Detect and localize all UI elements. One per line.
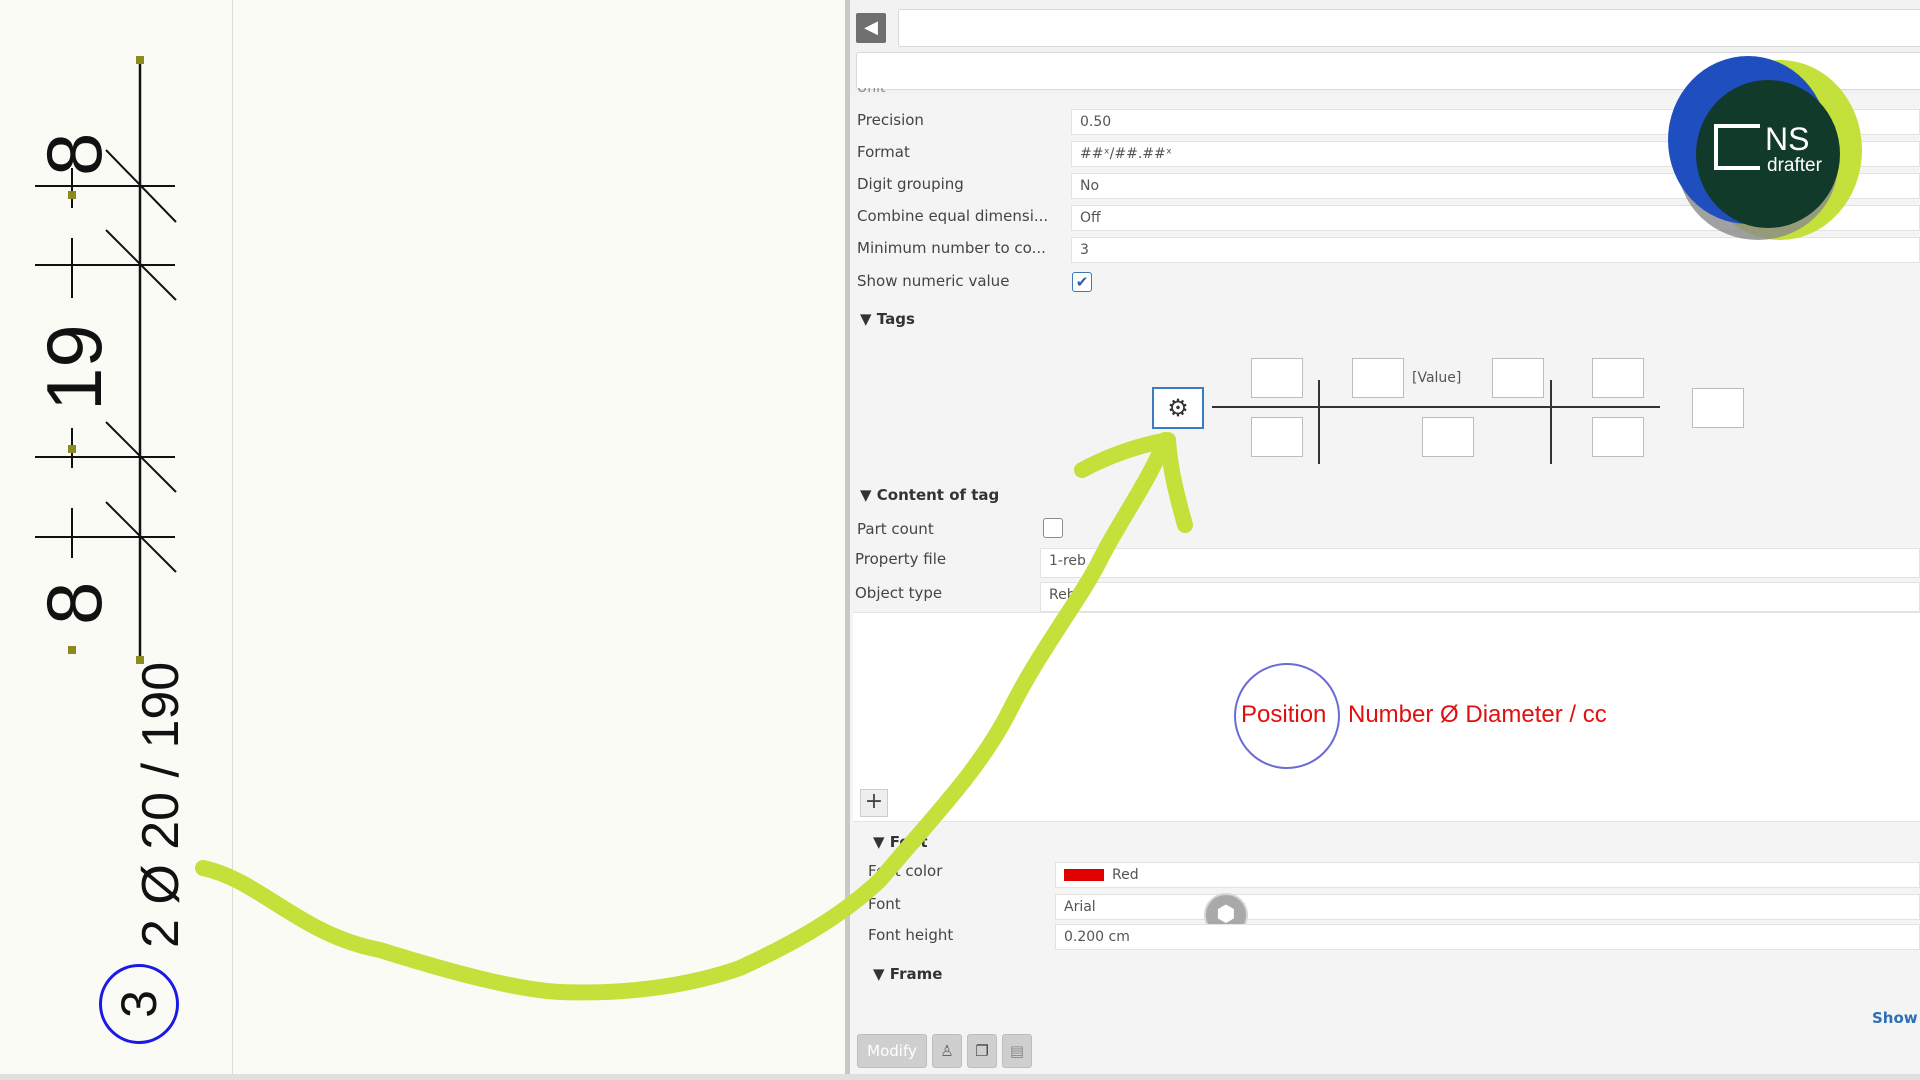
logo-text-drafter: drafter xyxy=(1767,155,1822,176)
rebar-label: 2 Ø 20 / 190 xyxy=(132,661,190,948)
position-circle[interactable]: 3 xyxy=(99,964,179,1044)
tags-section-title: Tags xyxy=(876,310,915,328)
font-color-field[interactable]: Red xyxy=(1055,862,1920,888)
gear-icon: ⚙ xyxy=(1167,394,1189,422)
modify-button[interactable]: Modify xyxy=(857,1034,927,1068)
plus-icon: + xyxy=(864,789,884,814)
triangle-left-icon: ◀ xyxy=(864,17,878,38)
object-type-field[interactable]: Reb xyxy=(1040,582,1920,612)
logo-mark xyxy=(1714,124,1760,170)
paste-button[interactable]: ▤ xyxy=(1002,1034,1032,1068)
content-of-tag-title: Content of tag xyxy=(876,486,1000,504)
precision-label: Precision xyxy=(857,111,924,129)
canvas-area[interactable] xyxy=(233,0,845,1080)
object-type-label: Object type xyxy=(855,584,943,602)
triangle-down-icon: ▼ xyxy=(873,965,885,983)
font-label: Font xyxy=(868,895,901,913)
tag-slot-bottom-3[interactable] xyxy=(1592,417,1644,457)
minimum-number-label: Minimum number to co... xyxy=(857,239,1046,257)
digit-grouping-label: Digit grouping xyxy=(857,175,964,193)
combine-equal-dimensions-label: Combine equal dimensi... xyxy=(857,207,1049,225)
tag-dimension-tick-right xyxy=(1550,380,1552,464)
dimension-value-bottom: 8 xyxy=(30,581,118,625)
show-numeric-value-label: Show numeric value xyxy=(857,272,1010,290)
format-label: Format xyxy=(857,143,910,161)
preview-position-text: Position xyxy=(1241,701,1327,728)
dimension-value-top: 8 xyxy=(30,132,118,176)
copy-icon: ❐ xyxy=(975,1042,989,1060)
pick-button[interactable]: ♙ xyxy=(932,1034,962,1068)
dimension-value-middle: 19 xyxy=(30,324,118,411)
tag-slot-bottom-2[interactable] xyxy=(1422,417,1474,457)
frame-section-title: Frame xyxy=(889,965,943,983)
panel-title-field[interactable] xyxy=(898,9,1920,47)
tag-dimension-line xyxy=(1212,406,1660,408)
tag-dimension-tick-left xyxy=(1318,380,1320,464)
content-of-tag-section-header[interactable]: ▼ Content of tag xyxy=(860,486,999,504)
part-count-checkbox[interactable] xyxy=(1043,518,1063,538)
frame-section-header[interactable]: ▼ Frame xyxy=(873,965,942,983)
property-file-label: Property file xyxy=(855,550,947,568)
pipette-icon: ♙ xyxy=(940,1042,954,1060)
font-color-swatch xyxy=(1064,869,1104,881)
tag-slot-top-3[interactable] xyxy=(1492,358,1544,398)
font-height-field[interactable]: 0.200 cm xyxy=(1055,924,1920,950)
copy-button[interactable]: ❐ xyxy=(967,1034,997,1068)
triangle-down-icon: ▼ xyxy=(860,310,872,328)
add-tag-element-button[interactable]: + xyxy=(860,789,888,817)
preview-tag-text: Number Ø Diameter / cc xyxy=(1348,701,1607,728)
show-numeric-value-checkbox[interactable]: ✔ xyxy=(1072,272,1092,292)
checkmark-icon: ✔ xyxy=(1075,273,1089,291)
show-link[interactable]: Show xyxy=(1872,1009,1918,1027)
font-section-header[interactable]: ▼ Font xyxy=(873,833,928,851)
font-color-label: Font color xyxy=(868,862,943,880)
tag-slot-end[interactable] xyxy=(1692,388,1744,428)
font-color-value: Red xyxy=(1112,867,1139,883)
clipboard-icon: ▤ xyxy=(1009,1042,1025,1060)
triangle-down-icon: ▼ xyxy=(873,833,885,851)
tag-settings-button[interactable]: ⚙ xyxy=(1152,387,1204,429)
triangle-down-icon: ▼ xyxy=(860,486,872,504)
status-bar xyxy=(0,1074,1920,1080)
tag-slot-top-4[interactable] xyxy=(1592,358,1644,398)
font-section-title: Font xyxy=(889,833,928,851)
tag-slot-top-1[interactable] xyxy=(1251,358,1303,398)
font-height-label: Font height xyxy=(868,926,954,944)
tags-section-header[interactable]: ▼ Tags xyxy=(860,310,915,328)
tag-value-placeholder: [Value] xyxy=(1412,370,1462,386)
collapse-panel-button[interactable]: ◀ xyxy=(856,13,886,43)
tag-slot-bottom-1[interactable] xyxy=(1251,417,1303,457)
position-number: 3 xyxy=(111,990,167,1018)
property-file-field[interactable]: 1-reb xyxy=(1040,548,1920,578)
part-count-label: Part count xyxy=(857,520,934,538)
logo-text-ns: NS xyxy=(1765,121,1810,157)
font-field[interactable]: Arial xyxy=(1055,894,1920,920)
tag-slot-top-2[interactable] xyxy=(1352,358,1404,398)
